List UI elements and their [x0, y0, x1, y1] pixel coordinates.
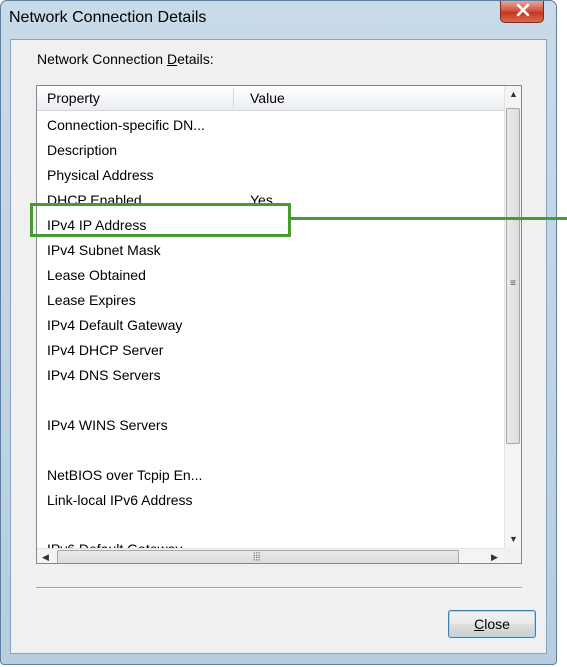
callout-line: [291, 217, 567, 220]
table-row[interactable]: Lease Expires: [37, 288, 504, 313]
property-cell: Physical Address: [47, 167, 154, 183]
property-cell: IPv4 DNS Servers: [47, 367, 161, 383]
list-header: Property Value: [37, 86, 504, 111]
dhcp-highlight-box: [30, 203, 291, 237]
scroll-up-icon[interactable]: ▲: [505, 86, 521, 103]
separator-line: [36, 587, 522, 588]
table-row[interactable]: IPv4 DHCP Server: [37, 338, 504, 363]
property-cell: Lease Obtained: [47, 267, 146, 283]
table-row[interactable]: [37, 388, 504, 413]
vertical-scrollbar[interactable]: ▲ ≡ ▼: [504, 86, 521, 548]
scroll-left-icon[interactable]: ◀: [37, 549, 54, 563]
table-row[interactable]: IPv4 DNS Servers: [37, 363, 504, 388]
close-button[interactable]: Close: [448, 610, 536, 638]
table-row[interactable]: IPv4 WINS Servers: [37, 413, 504, 438]
column-header-property[interactable]: Property: [47, 90, 100, 106]
title-bar[interactable]: Network Connection Details: [1, 1, 556, 39]
column-separator[interactable]: [233, 88, 234, 108]
horizontal-scrollbar[interactable]: ◀ ⦙⦙⦙ ▶: [37, 548, 504, 563]
column-header-value[interactable]: Value: [250, 90, 285, 106]
table-row[interactable]: NetBIOS over Tcpip En...: [37, 463, 504, 488]
table-row[interactable]: IPv4 Default Gateway: [37, 313, 504, 338]
title-close-button[interactable]: [500, 1, 544, 23]
scroll-right-icon[interactable]: ▶: [486, 549, 503, 563]
details-list-view[interactable]: Property Value Connection-specific DN...…: [36, 85, 522, 564]
property-cell: NetBIOS over Tcpip En...: [47, 467, 203, 483]
property-cell: Link-local IPv6 Address: [47, 492, 193, 508]
window-title: Network Connection Details: [9, 9, 207, 26]
close-icon: [516, 3, 530, 17]
dialog-client-area: Network Connection Details: Property Val…: [10, 39, 547, 654]
property-cell: IPv4 Subnet Mask: [47, 242, 161, 258]
table-row[interactable]: Description: [37, 138, 504, 163]
table-row[interactable]: Physical Address: [37, 163, 504, 188]
vertical-scroll-thumb[interactable]: ≡: [506, 108, 520, 444]
details-label: Network Connection Details:: [37, 51, 214, 67]
table-row[interactable]: Connection-specific DN...: [37, 113, 504, 138]
property-cell: Lease Expires: [47, 292, 136, 308]
table-row[interactable]: IPv4 Subnet Mask: [37, 238, 504, 263]
scrollbar-corner: [504, 548, 521, 563]
dialog-window: Network Connection Details Network Conne…: [0, 0, 557, 665]
property-cell: IPv4 Default Gateway: [47, 317, 183, 333]
table-row[interactable]: Lease Obtained: [37, 263, 504, 288]
property-cell: IPv4 DHCP Server: [47, 342, 164, 358]
grip-icon: ≡: [510, 278, 516, 289]
property-cell: Connection-specific DN...: [47, 117, 205, 133]
table-row[interactable]: [37, 438, 504, 463]
horizontal-scroll-thumb[interactable]: ⦙⦙⦙: [57, 550, 459, 563]
table-row[interactable]: Link-local IPv6 Address: [37, 488, 504, 513]
property-cell: Description: [47, 142, 118, 158]
property-cell: IPv4 WINS Servers: [47, 417, 168, 433]
scroll-down-icon[interactable]: ▼: [505, 531, 521, 548]
grip-icon: ⦙⦙⦙: [253, 551, 261, 563]
